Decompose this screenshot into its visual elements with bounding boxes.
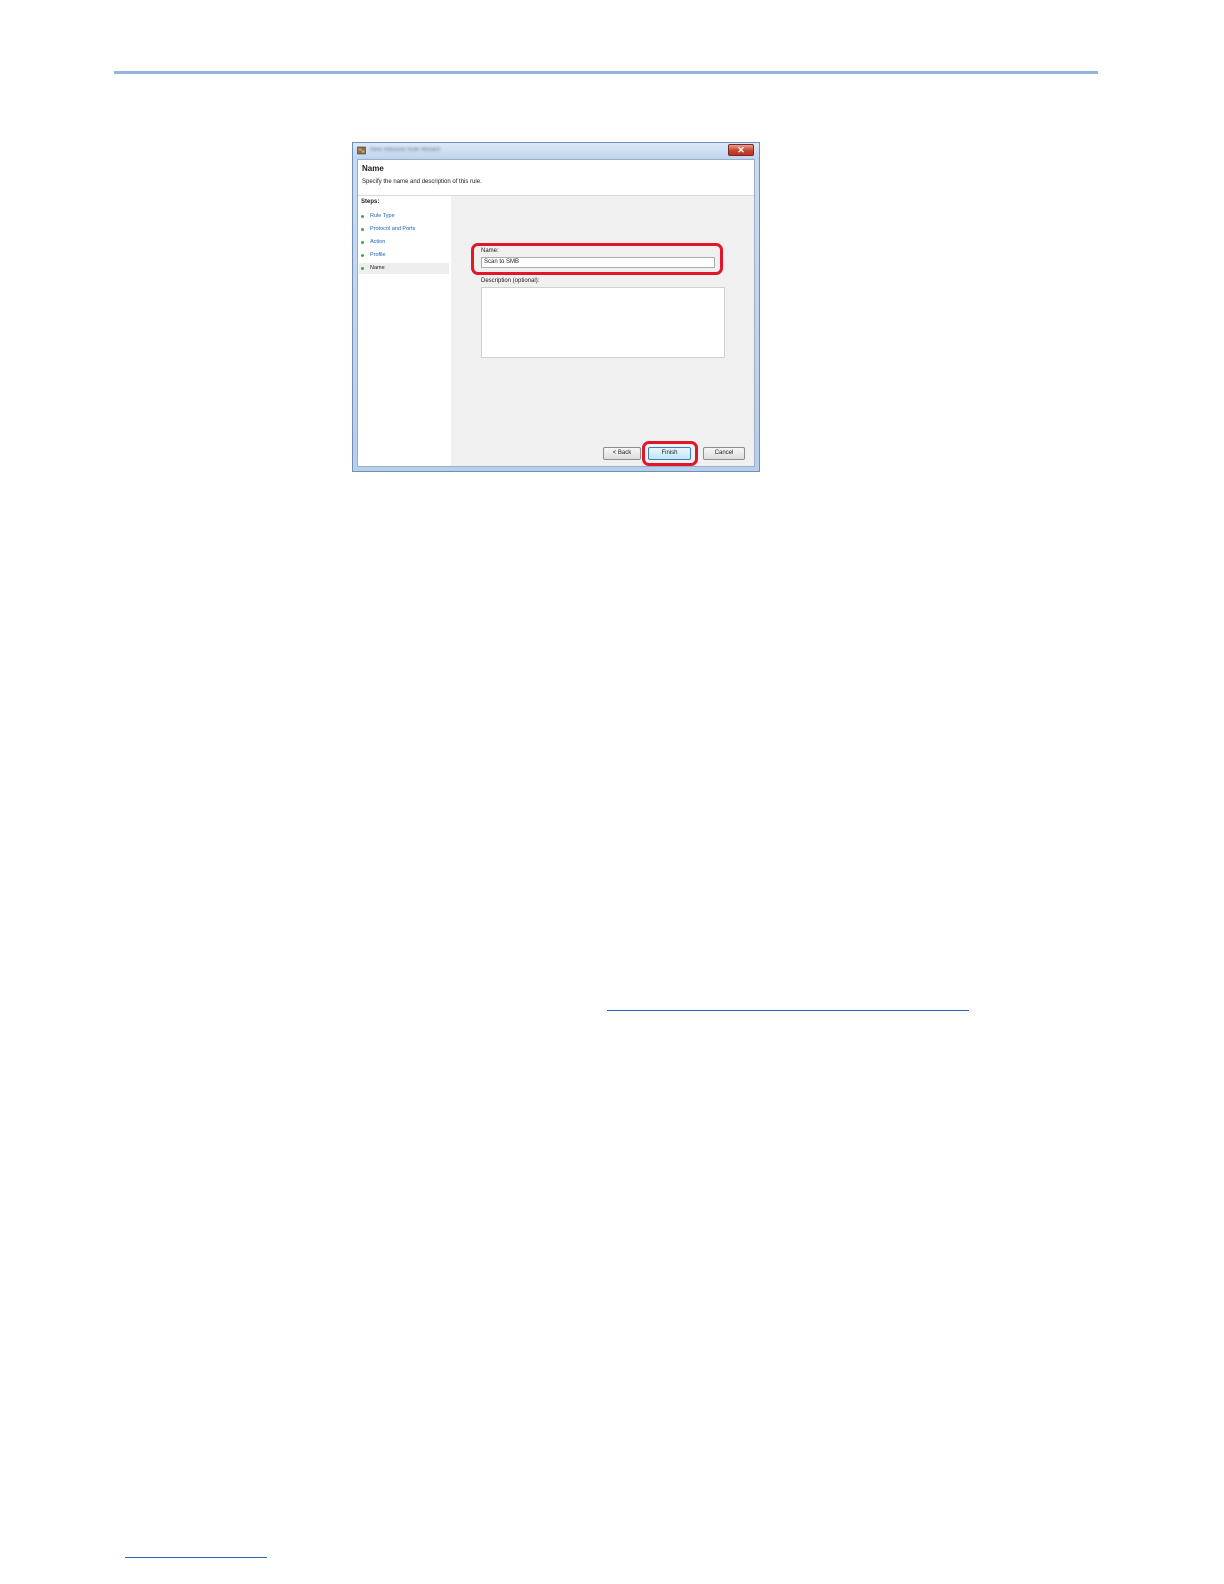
step-label: Rule Type — [370, 213, 395, 219]
page-link-underline[interactable] — [125, 1557, 267, 1558]
description-textarea[interactable] — [481, 287, 725, 358]
green-dot-icon — [361, 241, 364, 244]
cancel-button[interactable]: Cancel — [703, 447, 745, 460]
step-protocol-and-ports[interactable]: Protocol and Ports — [359, 224, 449, 235]
step-name[interactable]: Name — [359, 263, 449, 274]
wizard-header: Name Specify the name and description of… — [358, 160, 754, 196]
green-dot-icon — [361, 215, 364, 218]
back-button[interactable]: < Back — [603, 447, 641, 460]
steps-heading: Steps: — [361, 199, 380, 205]
close-icon: ✕ — [737, 145, 745, 155]
finish-highlight-callout — [642, 441, 698, 466]
content-pane: Name: Scan to SMB Description (optional)… — [451, 196, 754, 466]
description-label: Description (optional): — [481, 278, 540, 284]
wizard-client-area: Name Specify the name and description of… — [357, 159, 755, 467]
page-subtitle: Specify the name and description of this… — [362, 179, 482, 185]
steps-pane: Steps: Rule Type Protocol and Ports Acti… — [358, 196, 451, 466]
green-dot-icon — [361, 254, 364, 257]
title-bar[interactable]: New Inbound Rule Wizard ✕ — [353, 143, 759, 159]
window-title: New Inbound Rule Wizard — [370, 147, 440, 153]
new-inbound-rule-wizard-window: New Inbound Rule Wizard ✕ Name Specify t… — [352, 142, 760, 472]
step-action[interactable]: Action — [359, 237, 449, 248]
firewall-wizard-icon — [357, 146, 366, 155]
link-underline[interactable] — [607, 1010, 969, 1011]
green-dot-icon — [361, 267, 364, 270]
step-label: Name — [370, 265, 385, 271]
green-dot-icon — [361, 228, 364, 231]
step-profile[interactable]: Profile — [359, 250, 449, 261]
name-highlight-callout — [471, 243, 723, 275]
step-rule-type[interactable]: Rule Type — [359, 211, 449, 222]
step-label: Protocol and Ports — [370, 226, 416, 232]
close-button[interactable]: ✕ — [728, 144, 754, 156]
header-rule — [114, 71, 1098, 74]
page-title: Name — [362, 164, 384, 173]
step-label: Action — [370, 239, 386, 245]
step-label: Profile — [370, 252, 386, 258]
